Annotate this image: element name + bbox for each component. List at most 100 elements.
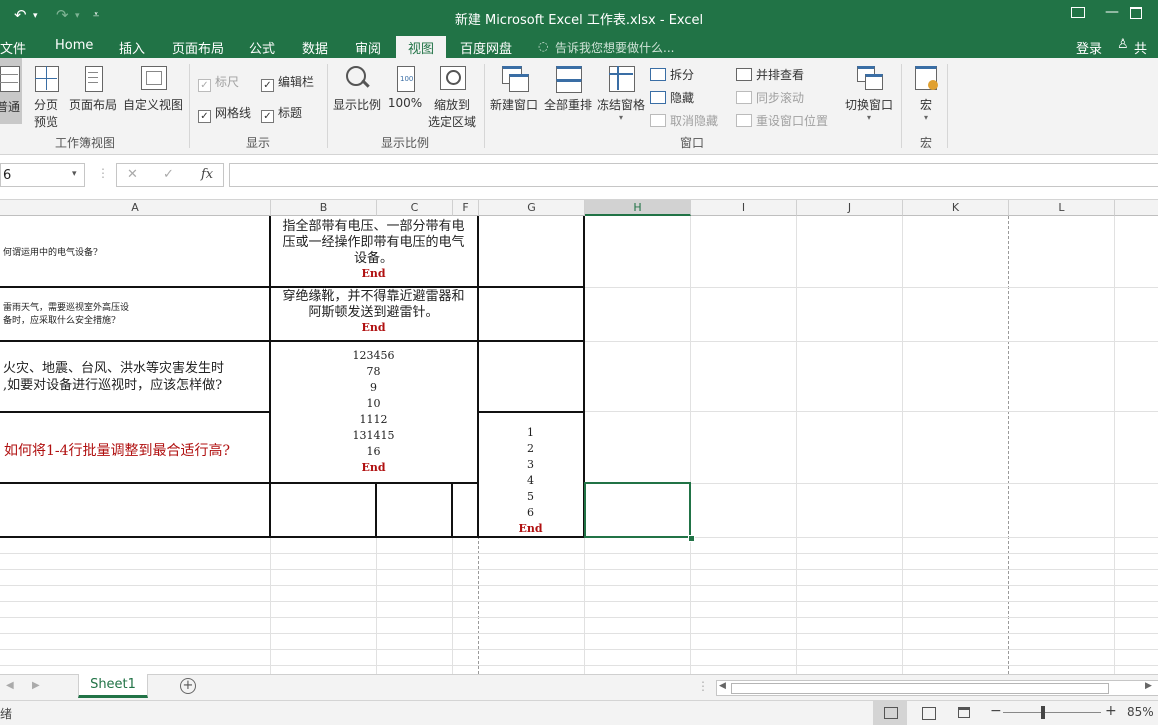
zoom-level[interactable]: 85% [1127, 705, 1154, 719]
column-header-l[interactable]: L [1009, 200, 1115, 216]
insert-function-icon[interactable]: fx [201, 167, 213, 182]
cell-g2[interactable] [478, 286, 585, 342]
column-header-a[interactable]: A [0, 200, 271, 216]
custom-views-button[interactable]: 自定义视图 [121, 64, 185, 113]
column-header-b[interactable]: B [271, 200, 377, 216]
sheet-tab-sheet1[interactable]: Sheet1 [78, 674, 148, 698]
horizontal-scrollbar[interactable]: ◀ ▶ [716, 680, 1158, 696]
group-label-workbook-views: 工作簿视图 [54, 136, 115, 150]
normal-view-icon [0, 64, 22, 94]
name-box[interactable]: 6 ▾ [0, 163, 85, 187]
cell-g4[interactable]: 1 2 3 4 5 6 End [478, 411, 585, 538]
formula-bar-checkbox[interactable]: ✓ 编辑栏 [261, 73, 314, 92]
column-header-k[interactable]: K [903, 200, 1009, 216]
zoom-100-icon: 100 [391, 64, 419, 94]
maximize-icon[interactable] [1130, 7, 1142, 19]
formula-buttons: ✕ ✓ fx [116, 163, 224, 187]
page-break-preview-button[interactable]: 分页 预览 [30, 64, 62, 130]
login-link[interactable]: 登录 [1076, 38, 1102, 57]
tab-file[interactable]: 文件 [0, 38, 26, 57]
freeze-panes-button[interactable]: 冻结窗格 ▾ [595, 64, 647, 122]
formula-input[interactable] [229, 163, 1158, 187]
group-label-macros: 宏 [919, 136, 932, 150]
switch-windows-button[interactable]: 切换窗口 ▾ [843, 64, 895, 122]
scroll-left-icon[interactable]: ◀ [719, 681, 726, 691]
tell-me-search[interactable]: 告诉我您想要做什么... [555, 39, 674, 56]
cell-a4[interactable]: 如何将1-4行批量调整到最合适行高? [0, 411, 271, 484]
column-header-j[interactable]: J [797, 200, 903, 216]
zoom-slider-thumb[interactable] [1041, 706, 1045, 719]
tab-review[interactable]: 审阅 [355, 38, 381, 57]
tab-home[interactable]: Home [55, 38, 93, 53]
page-layout-status-icon[interactable] [922, 707, 936, 720]
tab-insert[interactable]: 插入 [119, 38, 145, 57]
cell-a5[interactable] [0, 482, 271, 538]
cell-g3[interactable] [478, 340, 585, 413]
zoom-in-icon[interactable]: + [1105, 703, 1117, 719]
cell-b1[interactable]: 指全部带有电压、一部分带有电 压或一经操作即带有电压的电气 设备。 End [270, 216, 479, 288]
gridlines-checkbox[interactable]: ✓ 网格线 [198, 104, 251, 123]
cell-g1[interactable] [478, 216, 585, 288]
column-header-h[interactable]: H [585, 200, 691, 216]
normal-view-button[interactable]: 普通 [0, 58, 22, 124]
ribbon-separator [189, 64, 190, 148]
dropdown-arrow-icon: ▾ [618, 113, 623, 122]
freeze-panes-icon [607, 64, 635, 94]
column-header-g[interactable]: G [479, 200, 585, 216]
view-side-by-side-button[interactable]: 并排查看 [736, 66, 804, 83]
ribbon-tabs: 文件 Home 插入 页面布局 公式 数据 审阅 视图 百度网盘 ◌ 告诉我您想… [0, 34, 1158, 76]
zoom-100-button[interactable]: 100 100% [386, 64, 424, 110]
fill-handle[interactable] [688, 535, 695, 542]
zoom-to-selection-button[interactable]: 缩放到 选定区域 [426, 64, 478, 130]
arrange-all-button[interactable]: 全部重排 [541, 64, 595, 113]
active-cell-h5[interactable] [584, 482, 691, 538]
normal-view-status-button[interactable] [873, 701, 907, 725]
ribbon-separator [901, 64, 902, 148]
add-sheet-icon[interactable]: + [180, 678, 196, 694]
zoom-button[interactable]: 显示比例 [331, 64, 383, 113]
zoom-out-icon[interactable]: − [990, 703, 1002, 719]
tab-baidu[interactable]: 百度网盘 [460, 38, 512, 57]
headings-checkbox[interactable]: ✓ 标题 [261, 104, 302, 123]
macros-button[interactable]: 宏 ▾ [907, 64, 945, 122]
checkbox-icon: ✓ [261, 110, 274, 123]
cell-b2[interactable]: 穿绝缘靴，并不得靠近避雷器和 阿斯顿发送到避雷针。 End [270, 286, 479, 342]
tab-view[interactable]: 视图 [396, 36, 447, 58]
ruler-checkbox: ✓ 标尺 [198, 73, 239, 92]
tab-page-layout[interactable]: 页面布局 [172, 38, 224, 57]
share-icon[interactable]: ♙ [1117, 37, 1129, 52]
scrollbar-thumb[interactable] [731, 683, 1109, 694]
cell-a2[interactable]: 雷雨天气，需要巡视室外高压设 备时，应采取什么安全措施? [0, 286, 271, 342]
split-button[interactable]: 拆分 [650, 66, 694, 83]
page-layout-view-button[interactable]: 页面布局 [66, 64, 120, 113]
cell-b3[interactable]: 123456 78 9 10 1112 131415 16 End [270, 340, 479, 484]
scroll-sheets-right-icon[interactable]: ▶ [32, 680, 40, 691]
window-title: 新建 Microsoft Excel 工作表.xlsx - Excel [454, 13, 704, 28]
column-header-i[interactable]: I [691, 200, 797, 216]
scroll-right-icon[interactable]: ▶ [1145, 681, 1152, 691]
dropdown-arrow-icon: ▾ [923, 113, 928, 122]
zoom-slider[interactable] [1003, 712, 1101, 713]
formula-bar: 6 ▾ ⋮ ✕ ✓ fx [0, 155, 1158, 200]
cell-c5[interactable] [376, 482, 453, 538]
tab-formulas[interactable]: 公式 [249, 38, 275, 57]
splitter-icon[interactable]: ⋮ [697, 679, 709, 693]
cell-b5[interactable] [270, 482, 377, 538]
scroll-sheets-left-icon[interactable]: ◀ [6, 680, 14, 691]
page-break-status-icon[interactable] [958, 707, 970, 718]
cell-a1[interactable]: 何谓运用中的电气设备? [0, 216, 271, 288]
hide-button[interactable]: 隐藏 [650, 89, 694, 106]
page-break-icon [32, 64, 60, 94]
minimize-icon[interactable]: — [1105, 4, 1119, 20]
name-box-dropdown-icon[interactable]: ▾ [72, 169, 77, 179]
grid-view-icon [884, 707, 898, 719]
new-window-button[interactable]: 新建窗口 [487, 64, 541, 113]
column-header-c[interactable]: C [377, 200, 453, 216]
cell-f5[interactable] [452, 482, 479, 538]
column-header-m[interactable] [1115, 200, 1158, 216]
column-header-f[interactable]: F [453, 200, 479, 216]
ribbon-display-icon[interactable] [1071, 7, 1085, 18]
cell-a3[interactable]: 火灾、地震、台风、洪水等灾害发生时 ,如要对设备进行巡视时，应该怎样做? [0, 340, 271, 413]
tab-data[interactable]: 数据 [302, 38, 328, 57]
enter-icon: ✓ [163, 167, 174, 182]
